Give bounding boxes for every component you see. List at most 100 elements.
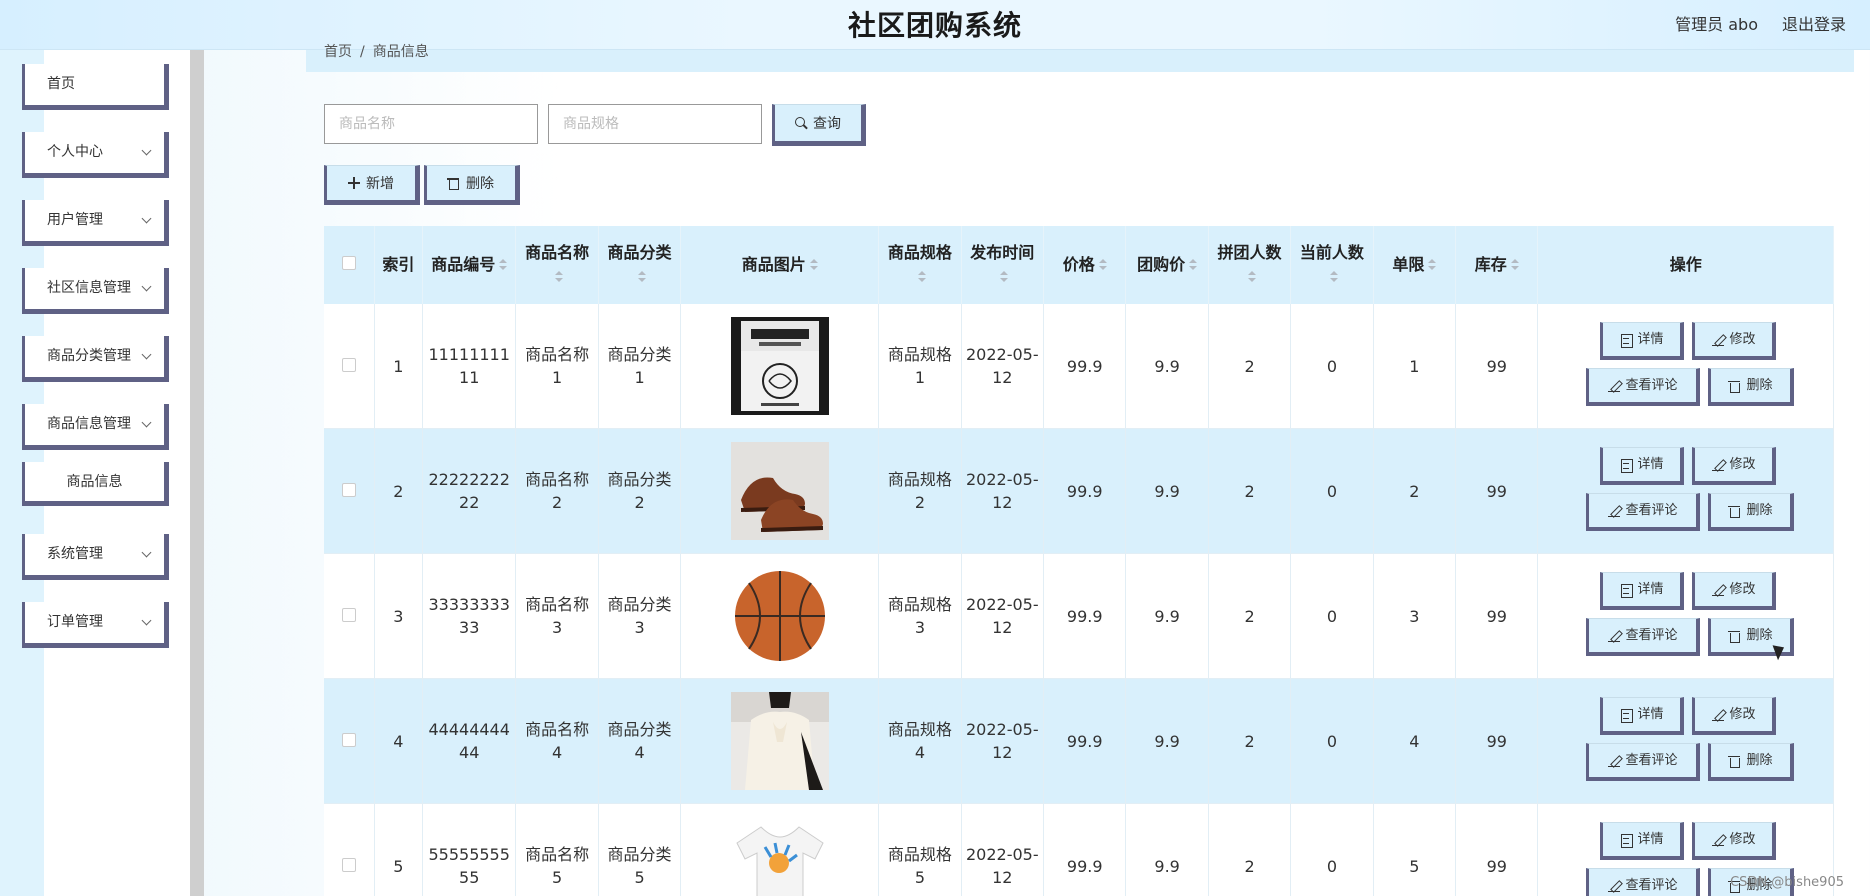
cell-category: 商品分类1 — [598, 304, 682, 429]
column-header[interactable]: 商品规格 — [878, 226, 962, 304]
sort-icon[interactable] — [1247, 270, 1256, 285]
sort-icon[interactable] — [1510, 258, 1519, 273]
sort-icon[interactable] — [1329, 270, 1338, 285]
edit-icon — [1608, 505, 1621, 517]
column-header[interactable]: 价格 — [1043, 226, 1127, 304]
delete-button[interactable]: 删除 — [1708, 743, 1795, 781]
breadcrumb: 首页 / 商品信息 — [324, 41, 429, 61]
column-header[interactable]: 商品编号 — [422, 226, 517, 304]
sort-icon[interactable] — [637, 270, 646, 285]
sidebar-item-system[interactable]: 系统管理 — [22, 534, 169, 580]
delete-button[interactable]: 删除 — [1708, 368, 1795, 406]
column-header[interactable]: 商品名称 — [515, 226, 599, 304]
trash-icon — [1728, 505, 1741, 518]
row-checkbox[interactable] — [341, 482, 356, 497]
view-comments-button[interactable]: 查看评论 — [1586, 493, 1701, 531]
sidebar-item-product-mgmt[interactable]: 商品信息管理 — [22, 404, 169, 450]
sort-icon[interactable] — [917, 270, 926, 285]
breadcrumb-bar — [306, 50, 1854, 72]
row-checkbox[interactable] — [341, 607, 356, 622]
cell-price: 99.9 — [1043, 803, 1127, 896]
breadcrumb-separator: / — [360, 44, 365, 60]
sidebar-item-orders[interactable]: 订单管理 — [22, 602, 169, 648]
sort-icon[interactable] — [1098, 258, 1107, 273]
row-checkbox[interactable] — [341, 732, 356, 747]
sort-icon[interactable] — [1000, 270, 1009, 285]
row-checkbox[interactable] — [341, 357, 356, 372]
sidebar-item-community[interactable]: 社区信息管理 — [22, 268, 169, 314]
breadcrumb-home[interactable]: 首页 — [324, 44, 352, 60]
detail-button[interactable]: 详情 — [1600, 697, 1685, 735]
cell-group-price: 9.9 — [1125, 304, 1209, 429]
add-button[interactable]: 新增 — [324, 165, 420, 205]
edit-button[interactable]: 修改 — [1692, 822, 1777, 860]
view-comments-button[interactable]: 查看评论 — [1586, 868, 1701, 896]
edit-button[interactable]: 修改 — [1692, 572, 1777, 610]
column-header[interactable]: 商品图片 — [680, 226, 880, 304]
delete-button[interactable]: 删除 — [1708, 493, 1795, 531]
detail-button[interactable]: 详情 — [1600, 822, 1685, 860]
cell-group-size: 2 — [1208, 553, 1292, 679]
cell-name: 商品名称5 — [515, 803, 599, 896]
trash-icon — [1728, 755, 1741, 768]
cell-group-size: 2 — [1208, 678, 1292, 804]
cell-group-price: 9.9 — [1125, 553, 1209, 679]
sort-icon[interactable] — [499, 258, 508, 273]
view-comments-button[interactable]: 查看评论 — [1586, 368, 1701, 406]
column-header[interactable]: 团购价 — [1125, 226, 1209, 304]
select-all-checkbox[interactable] — [341, 256, 356, 270]
query-button[interactable]: 查询 — [772, 104, 866, 146]
product-spec-input[interactable]: 商品规格 — [548, 104, 762, 144]
row-select-cell[interactable] — [324, 678, 375, 804]
trash-icon — [1728, 630, 1741, 643]
cell-limit: 4 — [1373, 678, 1457, 804]
chevron-down-icon — [141, 547, 152, 558]
column-header[interactable]: 拼团人数 — [1208, 226, 1292, 304]
product-image-basketball — [685, 567, 874, 665]
sidebar-item-profile[interactable]: 个人中心 — [22, 132, 169, 178]
cell-image — [680, 304, 880, 429]
sidebar-item-label: 用户管理 — [47, 212, 103, 228]
current-user: 管理员 abo — [1675, 15, 1758, 34]
trash-icon — [1728, 380, 1741, 393]
cell-date: 2022-05-12 — [961, 678, 1045, 804]
detail-button[interactable]: 详情 — [1600, 322, 1685, 360]
sidebar-item-users[interactable]: 用户管理 — [22, 200, 169, 246]
select-all-cell[interactable] — [324, 226, 375, 304]
column-header[interactable]: 发布时间 — [961, 226, 1045, 304]
sidebar-subitem-product-info[interactable]: 商品信息 — [22, 462, 169, 506]
chevron-down-icon — [141, 145, 152, 156]
column-header[interactable]: 当前人数 — [1290, 226, 1374, 304]
column-header[interactable]: 库存 — [1455, 226, 1539, 304]
view-comments-button[interactable]: 查看评论 — [1586, 618, 1701, 656]
column-header[interactable]: 单限 — [1373, 226, 1457, 304]
row-select-cell[interactable] — [324, 428, 375, 554]
edit-button[interactable]: 修改 — [1692, 447, 1777, 485]
row-select-cell[interactable] — [324, 553, 375, 679]
row-select-cell[interactable] — [324, 304, 375, 429]
sort-icon[interactable] — [555, 270, 564, 285]
sort-icon[interactable] — [809, 258, 818, 273]
sidebar-item-label: 商品信息管理 — [47, 416, 131, 432]
edit-button[interactable]: 修改 — [1692, 322, 1777, 360]
edit-icon — [1608, 880, 1621, 892]
logout-link[interactable]: 退出登录 — [1782, 11, 1846, 35]
column-header[interactable]: 商品分类 — [598, 226, 682, 304]
cell-current: 0 — [1290, 304, 1374, 429]
batch-delete-button[interactable]: 删除 — [424, 165, 520, 205]
row-checkbox[interactable] — [341, 857, 356, 872]
sidebar-item-home[interactable]: 首页 — [22, 64, 169, 110]
detail-button[interactable]: 详情 — [1600, 447, 1685, 485]
view-comments-button[interactable]: 查看评论 — [1586, 743, 1701, 781]
row-select-cell[interactable] — [324, 803, 375, 896]
sidebar-item-category[interactable]: 商品分类管理 — [22, 336, 169, 382]
product-image-blouse — [685, 692, 874, 790]
product-name-input[interactable]: 商品名称 — [324, 104, 538, 144]
detail-button[interactable]: 详情 — [1600, 572, 1685, 610]
edit-button[interactable]: 修改 — [1692, 697, 1777, 735]
cell-spec: 商品规格2 — [878, 428, 962, 554]
query-button-label: 查询 — [813, 116, 841, 132]
sort-icon[interactable] — [1428, 258, 1437, 273]
cell-stock: 99 — [1455, 553, 1539, 679]
sort-icon[interactable] — [1189, 258, 1198, 273]
